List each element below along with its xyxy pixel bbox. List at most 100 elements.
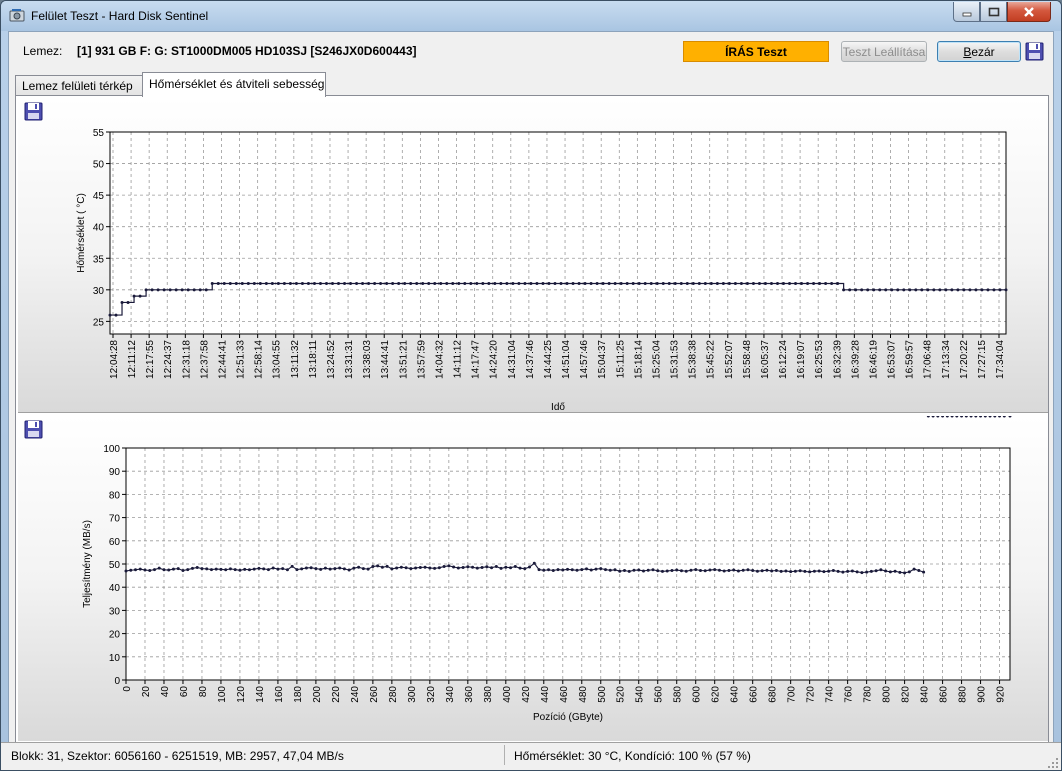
x-tick-label: 780	[863, 686, 874, 703]
temperature-data-point	[679, 282, 683, 285]
throughput-data-point	[945, 416, 949, 418]
temperature-data-point	[288, 282, 292, 285]
temperature-data-point	[980, 288, 984, 292]
throughput-data-point	[238, 568, 242, 572]
x-tick-label: 16:46:19	[868, 340, 879, 379]
temperature-data-point	[992, 288, 996, 292]
throughput-data-point	[613, 568, 617, 572]
throughput-data-point	[608, 568, 612, 572]
window-close-button[interactable]	[1007, 2, 1051, 22]
y-tick-label: 55	[93, 128, 105, 139]
temperature-data-point	[343, 282, 347, 285]
throughput-data-point	[774, 568, 778, 572]
temperature-data-point	[204, 288, 208, 292]
throughput-data-point	[850, 569, 854, 573]
x-tick-label: 16:25:53	[814, 340, 825, 379]
throughput-data-point	[694, 568, 698, 572]
throughput-data-point	[641, 569, 645, 573]
temperature-data-point	[216, 282, 220, 285]
stop-test-button[interactable]: Teszt Leállítása	[841, 41, 927, 62]
throughput-data-point	[860, 571, 864, 575]
throughput-data-point	[428, 566, 432, 570]
temperature-data-point	[487, 282, 491, 285]
throughput-data-point	[547, 568, 551, 572]
throughput-data-point	[138, 567, 142, 571]
x-tick-label: 260	[369, 686, 380, 703]
throughput-data-point	[684, 569, 688, 573]
x-tick-label: 14:04:32	[434, 340, 445, 379]
throughput-data-point	[247, 568, 251, 572]
x-tick-label: 12:37:58	[199, 340, 210, 379]
throughput-data-point	[366, 567, 370, 571]
throughput-data-point	[304, 566, 308, 570]
temperature-data-point	[685, 282, 689, 285]
throughput-data-point	[129, 568, 133, 572]
throughput-data-point	[490, 566, 494, 570]
temperature-data-point	[132, 294, 136, 298]
resize-grip-icon[interactable]	[1047, 757, 1059, 769]
throughput-data-point	[233, 568, 237, 572]
tab-surface-map[interactable]: Lemez felületi térkép	[15, 75, 143, 96]
throughput-data-point	[656, 569, 660, 573]
save-icon[interactable]	[1025, 42, 1044, 61]
throughput-data-point	[314, 567, 318, 571]
x-tick-label: 14:17:47	[471, 340, 482, 379]
temperature-data-point	[601, 282, 605, 285]
close-button-label: Bezár	[963, 44, 995, 59]
temperature-data-point	[842, 288, 846, 292]
x-tick-label: 100	[217, 686, 228, 703]
x-tick-label: 860	[939, 686, 950, 703]
temperature-data-point	[854, 288, 858, 292]
throughput-data-point	[157, 566, 161, 570]
temperature-data-point	[625, 282, 629, 285]
throughput-data-point	[523, 567, 527, 571]
x-tick-label: 16:32:39	[832, 340, 843, 379]
throughput-data-point	[309, 566, 313, 570]
close-button[interactable]: Bezár	[937, 41, 1021, 62]
temperature-data-point	[872, 288, 876, 292]
x-axis-label: Idő	[551, 402, 565, 413]
throughput-data-point	[333, 567, 337, 571]
temperature-data-point	[818, 282, 822, 285]
throughput-data-point	[200, 567, 204, 571]
throughput-data-point	[746, 568, 750, 572]
x-tick-label: 440	[540, 686, 551, 703]
tab-temperature-speed[interactable]: Hőmérséklet és átviteli sebesség	[142, 72, 326, 97]
throughput-data-point	[357, 565, 361, 569]
x-tick-label: 13:18:11	[308, 340, 319, 379]
throughput-data-point	[471, 565, 475, 569]
temperature-data-point	[373, 282, 377, 285]
temperature-data-point	[938, 288, 942, 292]
throughput-data-point	[380, 565, 384, 569]
throughput-data-point	[670, 568, 674, 572]
throughput-data-point	[152, 568, 156, 572]
maximize-button[interactable]	[980, 2, 1007, 22]
temperature-data-point	[583, 282, 587, 285]
x-tick-label: 13:24:52	[326, 340, 337, 379]
temperature-data-point	[324, 282, 328, 285]
title-bar[interactable]: Felület Teszt - Hard Disk Sentinel	[1, 1, 1061, 31]
x-tick-label: 480	[578, 686, 589, 703]
temperature-data-point	[234, 282, 238, 285]
temperature-data-point	[337, 282, 341, 285]
x-tick-label: 680	[768, 686, 779, 703]
temperature-data-point	[330, 282, 334, 285]
temperature-data-point	[355, 282, 359, 285]
throughput-data-point	[361, 567, 365, 571]
temperature-data-point	[252, 282, 256, 285]
x-tick-label: 740	[825, 686, 836, 703]
throughput-data-point	[679, 569, 683, 573]
temperature-data-point	[908, 288, 912, 292]
temperature-data-point	[523, 282, 527, 285]
throughput-data-point	[285, 568, 289, 572]
throughput-data-point	[917, 568, 921, 572]
throughput-data-point	[504, 565, 508, 569]
throughput-data-point	[205, 567, 209, 571]
x-tick-label: 14:31:04	[507, 340, 518, 379]
temperature-data-point	[577, 282, 581, 285]
minimize-button[interactable]	[953, 2, 980, 22]
y-tick-label: 30	[109, 606, 121, 617]
throughput-data-point	[528, 565, 532, 569]
throughput-data-point	[884, 569, 888, 573]
throughput-data-point	[865, 570, 869, 574]
